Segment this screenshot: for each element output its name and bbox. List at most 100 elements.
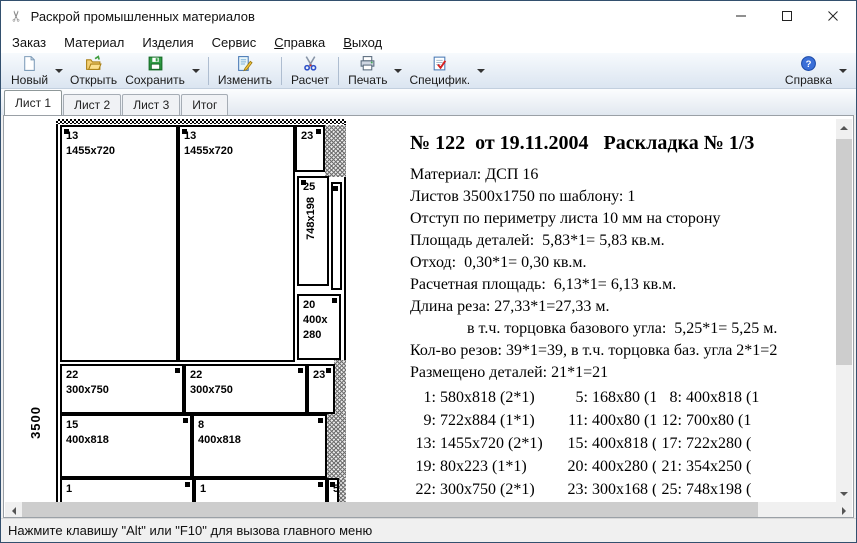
base-corner-marker [301, 180, 306, 185]
diagram-rect: 131455x720 [60, 125, 178, 362]
open-button[interactable]: Открыть [66, 54, 121, 88]
base-corner-marker [175, 368, 180, 373]
help-button[interactable]: ? Справка [781, 54, 836, 88]
scroll-up-arrow[interactable] [836, 119, 852, 135]
diagram-rect: 15400x818 [60, 414, 192, 478]
details-row: 22: 300x750 (2*1)23: 300x168 (2*1)25: 74… [410, 481, 838, 504]
detail-item: 23: 300x168 (2*1) [562, 481, 656, 504]
new-button[interactable]: Новый [7, 54, 52, 88]
horizontal-scrollbar[interactable] [5, 502, 852, 518]
detail-item: 19: 80x223 (1*1) [410, 458, 562, 481]
base-corner-marker [183, 418, 188, 423]
tab-itog[interactable]: Итог [181, 94, 228, 115]
window-title: Раскрой промышленных материалов [31, 9, 255, 24]
base-corner-marker [316, 129, 321, 134]
diagram-rect: 23 [307, 364, 335, 414]
svg-text:?: ? [806, 59, 812, 70]
scroll-down-arrow[interactable] [836, 486, 852, 502]
summary-line: Отступ по периметру листа 10 мм на сторо… [410, 208, 777, 230]
menu-servis[interactable]: Сервис [203, 33, 266, 52]
diagram-rect: 23 [295, 125, 325, 172]
details-row: 9: 722x884 (1*1)11: 400x80 (1*1)12: 700x… [410, 412, 838, 435]
details-grid: 1: 580x818 (2*1)5: 168x80 (1*1)8: 400x81… [410, 389, 838, 504]
diagram-rect [331, 182, 342, 290]
detail-item: 15: 400x818 (1*1) [562, 435, 656, 458]
summary-line: Отход: 0,30*1= 0,30 кв.м. [410, 252, 777, 274]
base-corner-marker [182, 129, 187, 134]
edit-button[interactable]: Изменить [214, 54, 276, 88]
content-pane: 3500 131455x720131455x7202325748x1982040… [3, 115, 854, 518]
detail-item: 12: 700x80 (1 [656, 412, 838, 435]
spec-check-icon [431, 55, 448, 72]
detail-item: 11: 400x80 (1*1) [562, 412, 656, 435]
summary-line: Материал: ДСП 16 [410, 164, 777, 186]
scroll-right-arrow[interactable] [836, 502, 852, 518]
diagram-rect: 8400x818 [192, 414, 327, 478]
details-row: 1: 580x818 (2*1)5: 168x80 (1*1)8: 400x81… [410, 389, 838, 412]
help-dropdown-arrow[interactable] [836, 54, 850, 88]
menu-material[interactable]: Материал [55, 33, 133, 52]
info-panel: № 122 от 19.11.2004 Раскладка № 1/3 Мате… [410, 116, 838, 517]
open-folder-icon [85, 55, 102, 72]
waste-area [334, 360, 346, 414]
waste-area [325, 125, 346, 177]
base-corner-marker [318, 482, 323, 487]
summary-line: Размещено деталей: 21*1=21 [410, 362, 777, 384]
vertical-scroll-thumb[interactable] [836, 139, 852, 365]
status-message: Нажмите клавишу "Alt" или "F10" для вызо… [8, 523, 372, 538]
sheet-height-label: 3500 [28, 406, 43, 439]
base-corner-marker [326, 368, 331, 373]
menu-izdeliya[interactable]: Изделия [133, 33, 202, 52]
summary-line: Кол-во резов: 39*1=39, в т.ч. торцовка б… [410, 340, 777, 362]
toolbar-separator [208, 57, 209, 85]
app-window: ✂ Раскрой промышленных материалов Заказ … [0, 0, 857, 543]
detail-item: 22: 300x750 (2*1) [410, 481, 562, 504]
new-document-icon [21, 55, 38, 72]
statusbar: Нажмите клавишу "Alt" или "F10" для вызо… [1, 518, 856, 542]
base-corner-marker [333, 186, 338, 191]
diagram-rect: 131455x720 [178, 125, 295, 362]
save-dropdown-arrow[interactable] [189, 54, 203, 88]
maximize-button[interactable] [764, 1, 810, 31]
detail-item: 13: 1455x720 (2*1) [410, 435, 562, 458]
new-dropdown-arrow[interactable] [52, 54, 66, 88]
base-corner-marker [298, 368, 303, 373]
printer-icon [359, 55, 376, 72]
detail-item: 17: 722x280 ( [656, 435, 838, 458]
base-corner-marker [185, 482, 190, 487]
print-button[interactable]: Печать [344, 54, 391, 88]
menu-zakaz[interactable]: Заказ [3, 33, 55, 52]
summary-line: Площадь деталей: 5,83*1= 5,83 кв.м. [410, 230, 777, 252]
close-icon [827, 10, 839, 22]
summary-line: Расчетная площадь: 6,13*1= 6,13 кв.м. [410, 274, 777, 296]
tab-list3[interactable]: Лист 3 [122, 94, 180, 115]
save-button[interactable]: Сохранить [121, 54, 189, 88]
spec-button[interactable]: Специфик. [405, 54, 474, 88]
sheet-top-edge [56, 119, 346, 124]
detail-item: 21: 354x250 ( [656, 458, 838, 481]
minimize-button[interactable] [718, 1, 764, 31]
base-corner-marker [318, 418, 323, 423]
detail-item: 5: 168x80 (1*1) [562, 389, 656, 412]
tab-list1[interactable]: Лист 1 [4, 90, 62, 115]
close-button[interactable] [810, 1, 856, 31]
tab-list2[interactable]: Лист 2 [63, 94, 121, 115]
diagram-rect: 20400x 280 [297, 294, 341, 360]
scissors-icon [302, 55, 319, 72]
horizontal-scroll-thumb[interactable] [22, 502, 758, 518]
details-row: 13: 1455x720 (2*1)15: 400x818 (1*1)17: 7… [410, 435, 838, 458]
calc-button[interactable]: Расчет [287, 54, 333, 88]
menu-spravka[interactable]: Справка [265, 33, 334, 52]
spec-dropdown-arrow[interactable] [474, 54, 488, 88]
summary-line: Длина реза: 27,33*1=27,33 м. [410, 296, 777, 318]
minimize-icon [735, 10, 747, 22]
app-scissors-icon: ✂ [7, 10, 25, 23]
layout-title: № 122 от 19.11.2004 Раскладка № 1/3 [410, 132, 754, 155]
vertical-scrollbar[interactable] [836, 119, 852, 502]
summary-line: в т.ч. торцовка базового угла: 5,25*1= 5… [410, 318, 777, 340]
detail-item: 1: 580x818 (2*1) [410, 389, 562, 412]
menu-vyhod[interactable]: Выход [334, 33, 391, 52]
save-floppy-icon [147, 55, 164, 72]
print-dropdown-arrow[interactable] [391, 54, 405, 88]
scroll-left-arrow[interactable] [5, 502, 21, 518]
